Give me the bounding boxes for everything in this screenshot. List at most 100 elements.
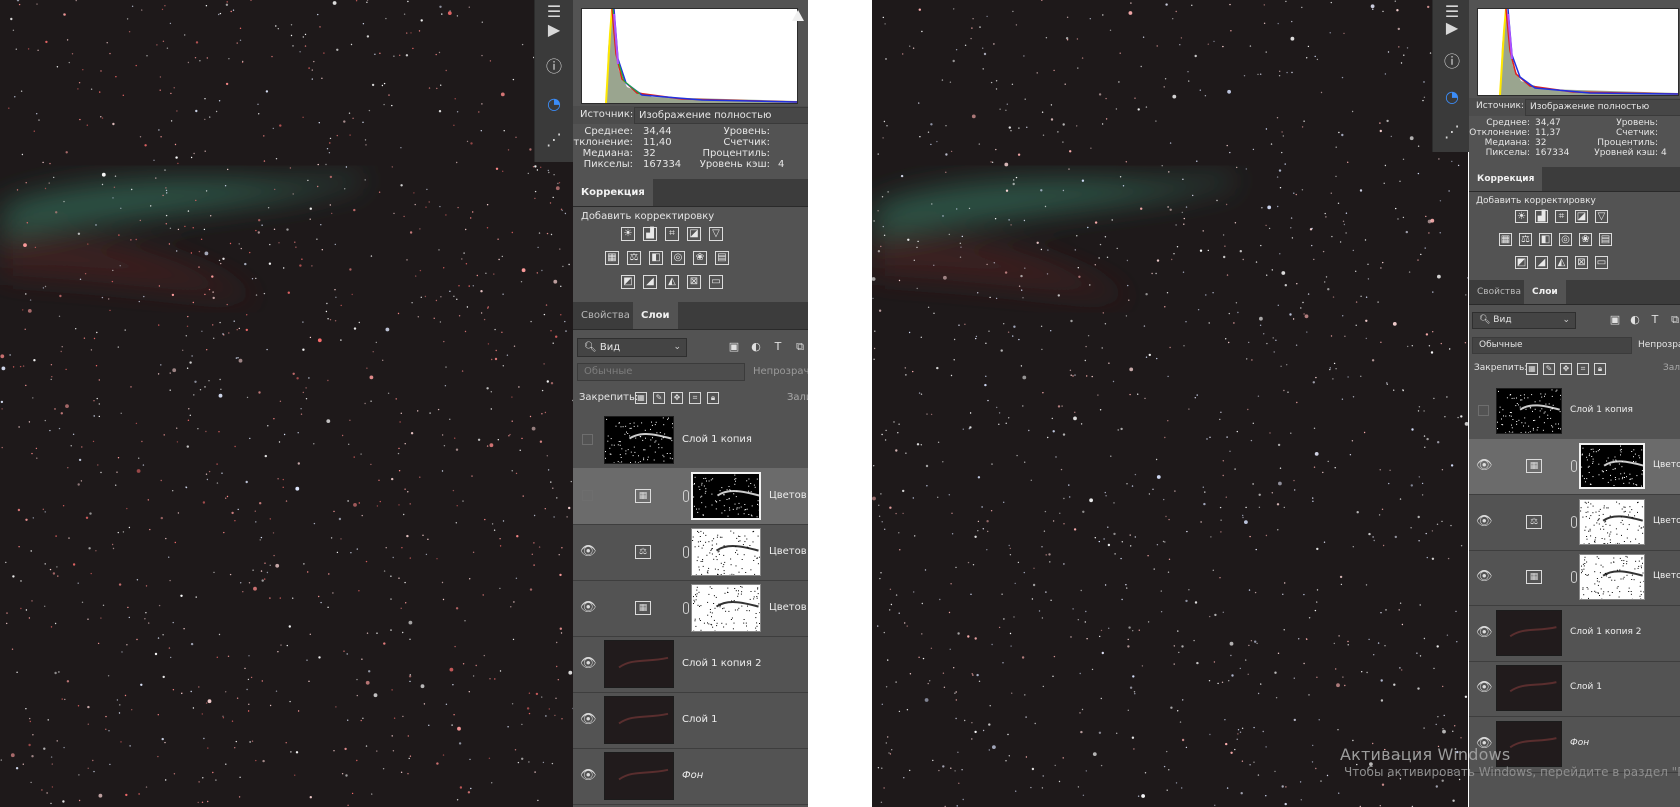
vibrance-icon[interactable]: ▽ [1595,210,1608,223]
exposure-icon[interactable]: ◪ [687,227,701,241]
hue-sat-icon[interactable]: ▦ [605,251,619,265]
color-balance-icon[interactable]: ⚖ [1519,233,1532,246]
layer-mask-thumbnail[interactable] [1579,498,1645,545]
invert-icon[interactable]: ◩ [1515,256,1528,269]
layer-row[interactable]: 👁︎ Фон [573,748,808,805]
source-select[interactable]: Изображение полностью [634,107,808,124]
visibility-toggle[interactable] [582,490,593,501]
gradient-map-icon[interactable]: ▭ [709,275,723,289]
black-white-icon[interactable]: ◧ [1539,233,1552,246]
filter-type-icon[interactable]: T [1648,313,1662,327]
blend-mode-select[interactable]: Обычные [577,363,745,381]
lock-transparent-icon[interactable]: ▦ [635,392,647,404]
histogram-icon[interactable]: ◔ [1440,85,1464,109]
info-icon[interactable]: ⓘ [1440,50,1464,74]
layer-row[interactable]: 👁︎ Слой 1 [573,692,808,749]
lock-transparent-icon[interactable]: ▦ [1526,363,1538,375]
layer-name[interactable]: Цветов [769,602,807,613]
layer-row[interactable]: 👁︎ ⚖ Цвето [1469,494,1680,551]
eye-icon[interactable]: 👁︎ [1476,569,1493,585]
gradient-map-icon[interactable]: ▭ [1595,256,1608,269]
tab-layers[interactable]: Слои [1524,280,1566,304]
selective-color-icon[interactable]: ⊠ [1575,256,1588,269]
eye-icon[interactable]: 👁︎ [580,656,597,672]
layer-name[interactable]: Цвето [1653,460,1680,470]
layer-row[interactable]: 👁︎ ⚖ Цветов [573,524,808,581]
color-lookup-icon[interactable]: ▤ [715,251,729,265]
link-icon[interactable] [683,602,689,614]
color-balance-icon[interactable]: ⚖ [627,251,641,265]
layer-row[interactable]: 👁︎ ▦ Цвето [1469,438,1680,495]
blend-mode-select[interactable]: Обычные [1472,337,1632,354]
layer-name[interactable]: Фон [1570,738,1589,748]
layer-name[interactable]: Слой 1 копия [1570,405,1633,415]
invert-icon[interactable]: ◩ [621,275,635,289]
layer-mask-thumbnail[interactable] [691,584,761,632]
tab-correction[interactable]: Коррекция [573,179,653,206]
layer-thumbnail[interactable] [604,416,674,464]
photo-filter-icon[interactable]: ◎ [1559,233,1572,246]
layer-thumbnail[interactable] [604,752,674,800]
layer-mask-thumbnail[interactable] [1579,554,1645,601]
layer-row[interactable]: 👁︎ ▦ Цвето [1469,550,1680,606]
tab-correction[interactable]: Коррекция [1469,167,1543,191]
layer-row[interactable]: 👁︎ Слой 1 копия 2 [1469,605,1680,662]
visibility-toggle[interactable] [582,434,593,445]
layer-thumbnail[interactable] [1496,387,1562,434]
layer-name[interactable]: Цвето [1653,516,1680,526]
tab-properties[interactable]: Свойства [573,302,638,329]
lock-position-icon[interactable]: ✥ [671,392,683,404]
eye-icon[interactable]: 👁︎ [1476,625,1493,641]
channel-mixer-icon[interactable]: ❀ [693,251,707,265]
channel-mixer-icon[interactable]: ❀ [1579,233,1592,246]
eye-icon[interactable]: 👁︎ [1476,514,1493,530]
filter-type-icon[interactable]: T [771,340,785,354]
layer-name[interactable]: Фон [682,770,703,781]
link-icon[interactable] [683,546,689,558]
lock-artboard-icon[interactable]: ⌗ [1577,363,1589,375]
layer-name[interactable]: Слой 1 копия 2 [1570,627,1642,637]
play-icon[interactable]: ▶ [1440,16,1464,40]
play-icon[interactable]: ▶ [542,18,566,42]
layer-filter-select[interactable]: 🔍︎ Вид ⌄ [577,338,687,357]
eye-icon[interactable]: 👁︎ [580,712,597,728]
eye-icon[interactable]: 👁︎ [580,600,597,616]
filter-shape-icon[interactable]: ⧉ [793,340,807,354]
eye-icon[interactable]: 👁︎ [1476,458,1493,474]
eye-icon[interactable]: 👁︎ [1476,680,1493,696]
curves-adj-icon[interactable]: ⌗ [1555,210,1568,223]
curves-icon[interactable]: ⋰ [1440,120,1464,144]
tab-layers[interactable]: Слои [633,302,678,329]
filter-shape-icon[interactable]: ⧉ [1668,313,1680,327]
layer-row[interactable]: ▦ Цветов [573,468,808,525]
layer-mask-thumbnail[interactable] [691,528,761,576]
layer-row[interactable]: Слой 1 копия [573,412,808,469]
layer-thumbnail[interactable] [604,640,674,688]
layer-mask-thumbnail[interactable] [1579,443,1645,490]
visibility-toggle[interactable] [1478,404,1489,416]
layer-thumbnail[interactable] [1496,665,1562,712]
link-icon[interactable] [683,490,689,502]
eye-icon[interactable]: 👁︎ [580,768,597,784]
layer-thumbnail[interactable] [1496,609,1562,656]
hue-sat-icon[interactable]: ▦ [1499,233,1512,246]
histogram-icon[interactable]: ◔ [542,92,566,116]
threshold-icon[interactable]: ◭ [665,275,679,289]
link-icon[interactable] [1571,515,1577,528]
selective-color-icon[interactable]: ⊠ [687,275,701,289]
brightness-icon[interactable]: ☀ [621,227,635,241]
photo-filter-icon[interactable]: ◎ [671,251,685,265]
levels-icon[interactable]: ▟ [1535,210,1548,223]
layer-row[interactable]: Слой 1 копия [1469,383,1680,440]
black-white-icon[interactable]: ◧ [649,251,663,265]
threshold-icon[interactable]: ◭ [1555,256,1568,269]
link-icon[interactable] [1571,460,1577,473]
posterize-icon[interactable]: ◢ [1535,256,1548,269]
filter-pixel-icon[interactable]: ▣ [727,340,741,354]
lock-all-icon[interactable]: 🔒︎ [1594,363,1606,375]
tab-properties[interactable]: Свойства [1469,280,1529,304]
levels-icon[interactable]: ▟ [643,227,657,241]
layer-name[interactable]: Слой 1 [1570,682,1602,692]
exposure-icon[interactable]: ◪ [1575,210,1588,223]
layer-name[interactable]: Слой 1 [682,714,718,725]
